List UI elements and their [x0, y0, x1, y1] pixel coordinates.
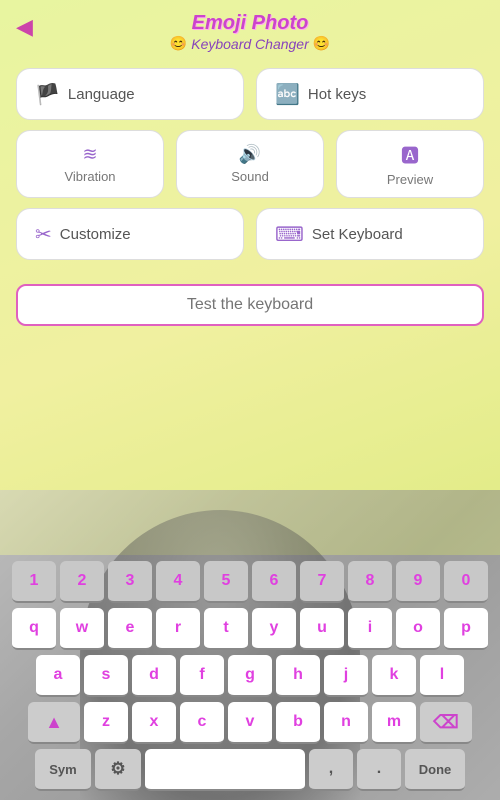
- customize-label: Customize: [60, 226, 131, 243]
- key-f[interactable]: f: [180, 655, 224, 697]
- vibration-button[interactable]: ≋ Vibration: [16, 130, 164, 198]
- period-key[interactable]: .: [357, 749, 401, 791]
- key-h[interactable]: h: [276, 655, 320, 697]
- language-button[interactable]: 🏴 Language: [16, 68, 244, 120]
- key-l[interactable]: l: [420, 655, 464, 697]
- preview-icon: 🅰: [401, 142, 419, 168]
- key-i[interactable]: i: [348, 608, 392, 650]
- language-label: Language: [68, 86, 135, 103]
- bottom-row: Sym ⚙ , . Done: [4, 749, 496, 791]
- key-6[interactable]: 6: [252, 561, 296, 603]
- key-4[interactable]: 4: [156, 561, 200, 603]
- key-1[interactable]: 1: [12, 561, 56, 603]
- customize-button[interactable]: ✂ Customize: [16, 208, 244, 260]
- number-row: 1 2 3 4 5 6 7 8 9 0: [4, 561, 496, 603]
- settings-row-1: 🏴 Language 🔤 Hot keys: [16, 68, 484, 120]
- gear-key[interactable]: ⚙: [95, 749, 141, 791]
- hotkeys-label: Hot keys: [308, 86, 366, 103]
- app-subtitle: Keyboard Changer: [191, 36, 309, 52]
- qwerty-row: q w e r t y u i o p: [4, 608, 496, 650]
- key-5[interactable]: 5: [204, 561, 248, 603]
- key-0[interactable]: 0: [444, 561, 488, 603]
- key-3[interactable]: 3: [108, 561, 152, 603]
- sound-label: Sound: [231, 169, 269, 184]
- space-key[interactable]: [145, 749, 305, 791]
- key-e[interactable]: e: [108, 608, 152, 650]
- key-p[interactable]: p: [444, 608, 488, 650]
- key-z[interactable]: z: [84, 702, 128, 744]
- key-v[interactable]: v: [228, 702, 272, 744]
- app-title: Emoji Photo: [0, 12, 500, 35]
- key-q[interactable]: q: [12, 608, 56, 650]
- key-d[interactable]: d: [132, 655, 176, 697]
- key-n[interactable]: n: [324, 702, 368, 744]
- keyboard-area: 1 2 3 4 5 6 7 8 9 0 q w e r t y u i o p …: [0, 555, 500, 800]
- key-k[interactable]: k: [372, 655, 416, 697]
- key-b[interactable]: b: [276, 702, 320, 744]
- test-input-wrapper: [16, 284, 484, 326]
- backspace-key[interactable]: ⌫: [420, 702, 472, 744]
- key-m[interactable]: m: [372, 702, 416, 744]
- test-keyboard-input[interactable]: [16, 284, 484, 326]
- emoji-right: 😊: [313, 35, 330, 52]
- customize-icon: ✂: [35, 222, 52, 247]
- setkeyboard-icon: ⌨: [275, 222, 304, 247]
- sound-button[interactable]: 🔊 Sound: [176, 130, 324, 198]
- key-j[interactable]: j: [324, 655, 368, 697]
- key-u[interactable]: u: [300, 608, 344, 650]
- hotkeys-button[interactable]: 🔤 Hot keys: [256, 68, 484, 120]
- sym-key[interactable]: Sym: [35, 749, 91, 791]
- key-t[interactable]: t: [204, 608, 248, 650]
- vibration-icon: ≋: [82, 144, 97, 165]
- key-w[interactable]: w: [60, 608, 104, 650]
- hotkeys-icon: 🔤: [275, 82, 300, 107]
- key-7[interactable]: 7: [300, 561, 344, 603]
- setkeyboard-label: Set Keyboard: [312, 226, 403, 243]
- back-button[interactable]: ◀: [16, 14, 33, 40]
- key-s[interactable]: s: [84, 655, 128, 697]
- asdf-row: a s d f g h j k l: [4, 655, 496, 697]
- emoji-left: 😊: [170, 35, 187, 52]
- preview-label: Preview: [387, 172, 433, 187]
- key-a[interactable]: a: [36, 655, 80, 697]
- vibration-label: Vibration: [64, 169, 115, 184]
- keyboard-rows: 1 2 3 4 5 6 7 8 9 0 q w e r t y u i o p …: [4, 561, 496, 791]
- settings-row-3: ✂ Customize ⌨ Set Keyboard: [16, 208, 484, 260]
- settings-row-2: ≋ Vibration 🔊 Sound 🅰 Preview: [16, 130, 484, 198]
- preview-button[interactable]: 🅰 Preview: [336, 130, 484, 198]
- sound-icon: 🔊: [239, 144, 261, 165]
- language-icon: 🏴: [35, 82, 60, 107]
- key-8[interactable]: 8: [348, 561, 392, 603]
- key-o[interactable]: o: [396, 608, 440, 650]
- key-2[interactable]: 2: [60, 561, 104, 603]
- key-r[interactable]: r: [156, 608, 200, 650]
- app-header: ◀ Emoji Photo 😊 Keyboard Changer 😊: [0, 0, 500, 58]
- key-g[interactable]: g: [228, 655, 272, 697]
- key-x[interactable]: x: [132, 702, 176, 744]
- key-y[interactable]: y: [252, 608, 296, 650]
- comma-key[interactable]: ,: [309, 749, 353, 791]
- settings-area: 🏴 Language 🔤 Hot keys ≋ Vibration 🔊 Soun…: [0, 58, 500, 280]
- key-c[interactable]: c: [180, 702, 224, 744]
- done-key[interactable]: Done: [405, 749, 465, 791]
- key-9[interactable]: 9: [396, 561, 440, 603]
- shift-key[interactable]: ▲: [28, 702, 80, 744]
- set-keyboard-button[interactable]: ⌨ Set Keyboard: [256, 208, 484, 260]
- zxcv-row: ▲ z x c v b n m ⌫: [4, 702, 496, 744]
